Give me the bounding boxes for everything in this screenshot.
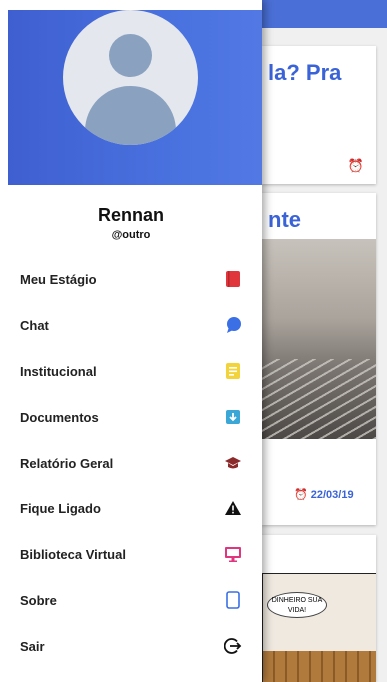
graduation-cap-icon	[224, 454, 242, 472]
menu-item-biblioteca-virtual[interactable]: Biblioteca Virtual	[0, 531, 262, 577]
alarm-icon: ⏰	[294, 489, 311, 501]
app-bar	[262, 0, 387, 28]
avatar[interactable]	[63, 10, 198, 145]
alarm-icon: ⏰	[347, 158, 364, 173]
menu-item-relatorio-geral[interactable]: Relatório Geral	[0, 440, 262, 486]
menu-item-label: Sair	[20, 639, 45, 655]
chat-bubble-icon	[224, 316, 242, 334]
user-handle: @outro	[111, 229, 151, 241]
menu-item-label: Institucional	[20, 363, 97, 379]
archive-icon	[224, 408, 242, 426]
drawer-header	[8, 10, 262, 185]
menu-item-label: Chat	[20, 317, 49, 333]
navigation-drawer: Rennan @outro Meu Estágio Chat Instituci…	[0, 0, 262, 682]
note-icon	[224, 362, 242, 380]
menu-item-chat[interactable]: Chat	[0, 302, 262, 348]
menu-item-label: Documentos	[20, 409, 99, 425]
menu-item-label: Sobre	[20, 593, 57, 609]
book-icon	[224, 270, 242, 288]
comic-speech-bubble: DINHEIRO SUA VIDA!	[267, 592, 327, 618]
menu-item-label: Fique Ligado	[20, 501, 101, 517]
menu-item-sobre[interactable]: Sobre	[0, 577, 262, 623]
warning-icon	[224, 499, 242, 517]
tablet-icon	[224, 591, 242, 610]
logout-icon	[224, 637, 242, 655]
menu-item-institucional[interactable]: Institucional	[0, 348, 262, 394]
feed-card[interactable]: la? Pra ⏰	[262, 46, 376, 184]
menu-item-label: Biblioteca Virtual	[20, 547, 126, 563]
card-photo	[262, 239, 376, 439]
card-title: la? Pra	[268, 60, 342, 85]
menu-item-meu-estagio[interactable]: Meu Estágio	[0, 256, 262, 302]
feed-card[interactable]: DINHEIRO SUA VIDA!	[262, 535, 376, 682]
user-name: Rennan	[97, 205, 164, 225]
menu-item-label: Meu Estágio	[20, 272, 97, 287]
menu-item-label: Relatório Geral	[20, 455, 114, 471]
drawer-menu: Meu Estágio Chat Institucional Documento…	[0, 256, 262, 669]
menu-item-sair[interactable]: Sair	[0, 623, 262, 669]
monitor-icon	[224, 545, 242, 563]
menu-item-fique-ligado[interactable]: Fique Ligado	[0, 485, 262, 531]
card-date: ⏰ 22/03/19	[294, 489, 354, 501]
card-title: nte	[268, 207, 301, 232]
comic-image: DINHEIRO SUA VIDA!	[262, 573, 376, 682]
feed-card[interactable]: nte ⏰ 22/03/19	[262, 193, 376, 525]
menu-item-documentos[interactable]: Documentos	[0, 394, 262, 440]
